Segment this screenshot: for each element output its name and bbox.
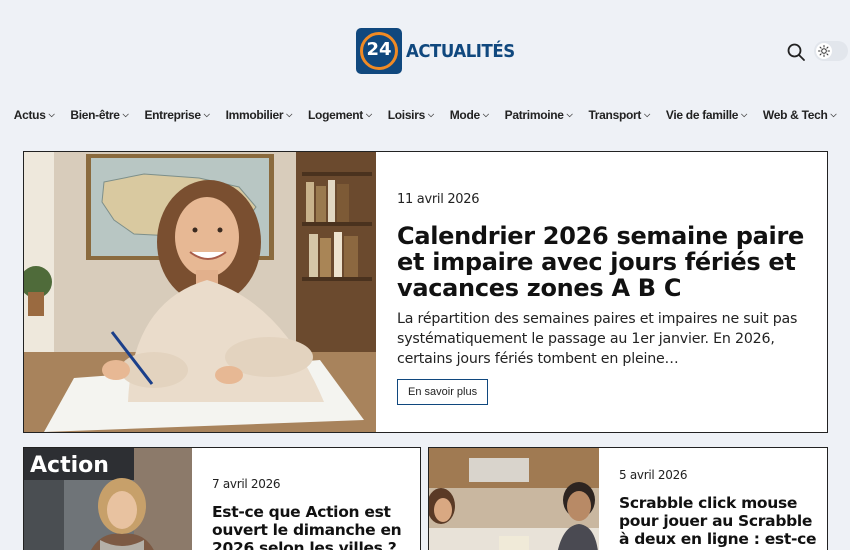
nav-item-mode[interactable]: Mode ⌵ <box>450 108 489 122</box>
chevron-down-icon: ⌵ <box>203 110 210 119</box>
search-button[interactable] <box>786 42 806 62</box>
article-card: Action 7 avril 2026 Est-ce que Action es… <box>23 447 421 550</box>
site-logo[interactable]: 24 ACTUALITÉS <box>356 28 524 74</box>
nav-item-loisirs[interactable]: Loisirs ⌵ <box>388 108 434 122</box>
nav-item-label: Web & Tech <box>762 108 828 122</box>
nav-item-immobilier[interactable]: Immobilier ⌵ <box>225 108 293 122</box>
nav-item-label: Immobilier <box>225 108 284 122</box>
article-card-image[interactable]: Action <box>24 448 192 550</box>
chevron-down-icon: ⌵ <box>566 110 573 119</box>
featured-article: 11 avril 2026 Calendrier 2026 semaine pa… <box>23 151 828 433</box>
logo-badge: 24 <box>356 28 402 74</box>
chevron-down-icon: ⌵ <box>122 110 129 119</box>
chevron-down-icon: ⌵ <box>830 110 837 119</box>
chevron-down-icon: ⌵ <box>427 110 434 119</box>
logo-number: 24 <box>366 39 392 60</box>
logo-text: ACTUALITÉS <box>406 40 515 62</box>
nav-item-logement[interactable]: Logement ⌵ <box>308 108 372 122</box>
article-card-body: 5 avril 2026 Scrabble click mouse pour j… <box>599 448 827 550</box>
article-card: 5 avril 2026 Scrabble click mouse pour j… <box>428 447 828 550</box>
main-nav: Actus ⌵ Bien-être ⌵ Entreprise ⌵ Immobilier… <box>0 108 850 122</box>
nav-item-label: Logement <box>308 108 363 122</box>
card-photo <box>429 448 599 550</box>
nav-item-label: Transport <box>588 108 642 122</box>
theme-knob <box>816 43 832 59</box>
nav-item-label: Loisirs <box>387 108 426 122</box>
chevron-down-icon: ⌵ <box>286 110 293 119</box>
nav-item-vie-de-famille[interactable]: Vie de famille ⌵ <box>666 108 747 122</box>
article-card-title[interactable]: Est-ce que Action est ouvert le dimanche… <box>212 503 420 550</box>
chevron-down-icon: ⌵ <box>48 110 55 119</box>
chevron-down-icon: ⌵ <box>482 110 489 119</box>
nav-item-label: Bien-être <box>70 108 120 122</box>
nav-item-label: Patrimoine <box>504 108 564 122</box>
featured-article-image[interactable] <box>24 152 376 432</box>
chevron-down-icon: ⌵ <box>644 110 650 119</box>
nav-item-label: Entreprise <box>144 108 201 122</box>
nav-item-actus[interactable]: Actus ⌵ <box>14 108 55 122</box>
article-date: 5 avril 2026 <box>619 468 688 482</box>
nav-item-web-tech[interactable]: Web & Tech ⌵ <box>762 108 837 122</box>
featured-article-excerpt: La répartition des semaines paires et im… <box>397 311 798 367</box>
nav-item-entreprise[interactable]: Entreprise ⌵ <box>144 108 209 122</box>
store-sign-text: Action <box>30 453 109 478</box>
featured-article-body: 11 avril 2026 Calendrier 2026 semaine pa… <box>376 152 827 432</box>
sun-icon <box>818 45 830 57</box>
chevron-down-icon: ⌵ <box>365 110 372 119</box>
article-date: 11 avril 2026 <box>397 192 480 207</box>
chevron-down-icon: ⌵ <box>741 110 747 119</box>
search-icon <box>787 43 805 61</box>
read-more-button[interactable]: En savoir plus <box>397 379 489 405</box>
featured-article-title[interactable]: Calendrier 2026 semaine paire et impaire… <box>397 223 807 301</box>
card-photo: Action <box>24 448 192 550</box>
article-card-image[interactable] <box>429 448 599 550</box>
nav-item-label: Actus <box>13 108 46 122</box>
nav-item-patrimoine[interactable]: Patrimoine ⌵ <box>505 108 573 122</box>
nav-item-label: Vie de famille <box>665 108 739 122</box>
nav-item-bien-etre[interactable]: Bien-être ⌵ <box>70 108 128 122</box>
nav-item-transport[interactable]: Transport ⌵ <box>588 108 650 122</box>
article-card-body: 7 avril 2026 Est-ce que Action est ouver… <box>192 448 420 550</box>
featured-photo <box>24 152 376 432</box>
theme-toggle[interactable] <box>814 41 848 61</box>
nav-item-label: Mode <box>449 108 480 122</box>
article-card-title[interactable]: Scrabble click mouse pour jouer au Scrab… <box>619 494 827 550</box>
article-date: 7 avril 2026 <box>212 477 281 491</box>
